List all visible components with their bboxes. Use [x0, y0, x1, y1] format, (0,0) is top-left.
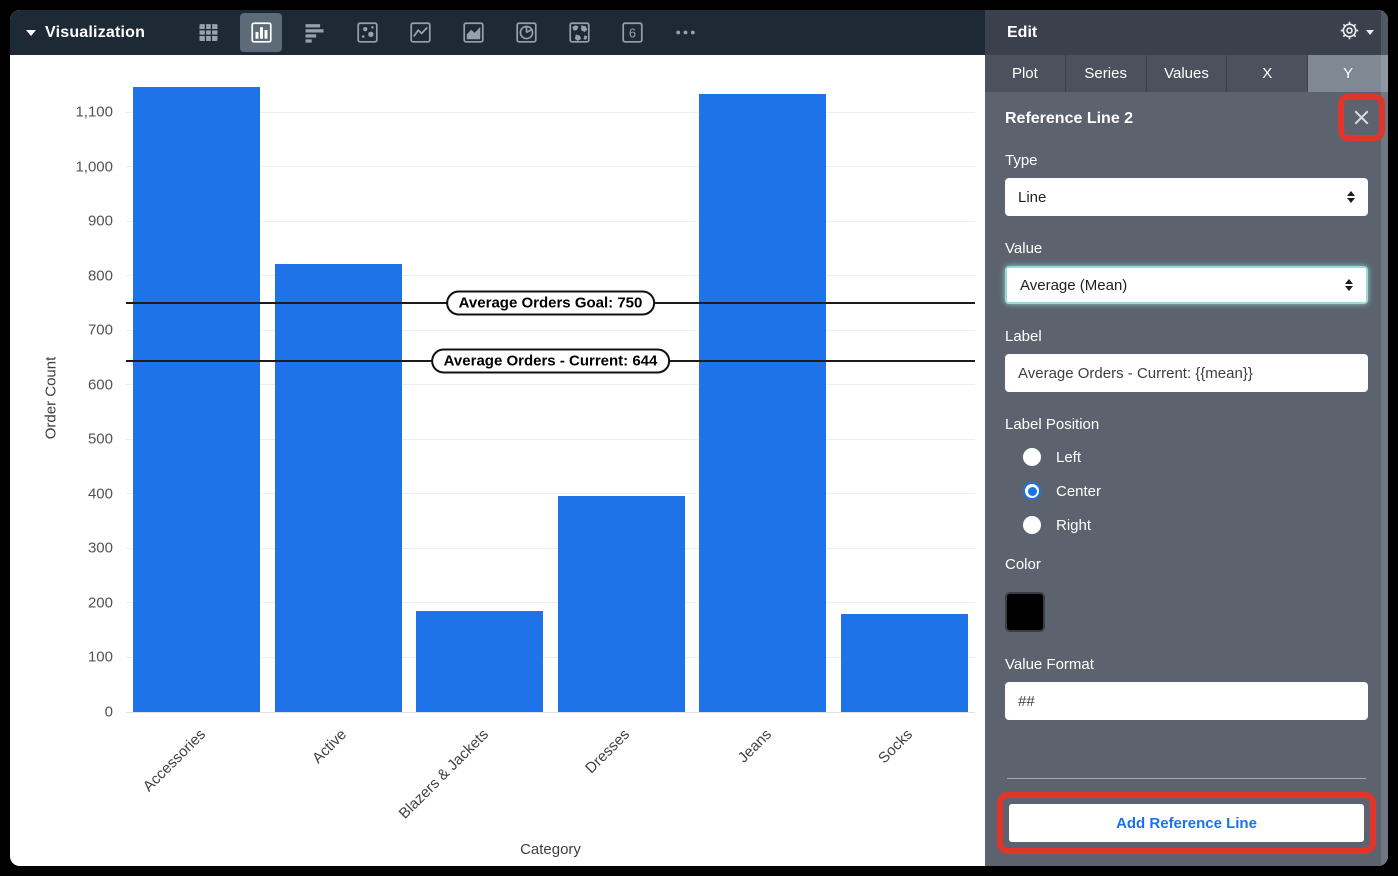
label-position-option-right[interactable]: Right — [1023, 516, 1368, 534]
x-axis-tick-label: Socks — [784, 726, 916, 858]
radio-icon[interactable] — [1023, 516, 1041, 534]
panel-title: Edit — [1007, 24, 1037, 42]
tab-series[interactable]: Series — [1066, 55, 1147, 92]
x-axis-tick-label: Blazers & Jackets — [360, 726, 492, 858]
edit-panel-header: Edit — [985, 10, 1388, 55]
value-select[interactable]: Average (Mean) — [1005, 266, 1368, 304]
y-axis-tick-label: 400 — [88, 485, 113, 502]
y-axis-tick-label: 1,100 — [75, 104, 113, 121]
section-title: Reference Line 2 — [1005, 110, 1368, 128]
app-window: Visualization 6 Order Count 010020030040… — [10, 10, 1388, 866]
tab-x[interactable]: X — [1227, 55, 1308, 92]
reference-line-settings: Reference Line 2 Type Line Value Average… — [985, 92, 1388, 866]
label-position-option-center[interactable]: Center — [1023, 482, 1368, 500]
value-format-label: Value Format — [1005, 656, 1368, 673]
y-axis-tick-label: 1,000 — [75, 158, 113, 175]
bar-chart-icon[interactable] — [240, 13, 282, 52]
x-axis-tick-label: Jeans — [643, 726, 775, 858]
value-format-input[interactable] — [1005, 682, 1368, 720]
visualization-menu[interactable]: Visualization — [26, 24, 145, 42]
horizontal-bar-icon[interactable] — [293, 13, 335, 52]
tab-values[interactable]: Values — [1147, 55, 1228, 92]
updown-arrows-icon — [1347, 191, 1355, 204]
tab-plot[interactable]: Plot — [985, 55, 1066, 92]
svg-text:6: 6 — [629, 25, 636, 40]
x-axis-tick-label: Accessories — [77, 726, 209, 858]
color-swatch[interactable] — [1005, 592, 1045, 632]
edit-panel: Edit PlotSeriesValuesXY — [985, 10, 1388, 866]
radio-label: Right — [1056, 517, 1091, 534]
panel-settings-menu[interactable] — [1338, 19, 1374, 47]
y-axis-tick-label: 300 — [88, 540, 113, 557]
value-label: Value — [1005, 240, 1368, 257]
reference-line-label: Average Orders Goal: 750 — [446, 291, 656, 316]
bar-active[interactable] — [275, 264, 402, 712]
visualization-toolbar: Visualization 6 — [10, 10, 985, 55]
type-select-value: Line — [1018, 189, 1046, 206]
panel-tab-bar: PlotSeriesValuesXY — [985, 55, 1388, 92]
radio-label: Center — [1056, 483, 1101, 500]
bar-dresses[interactable] — [558, 496, 685, 712]
y-axis-tick-label: 200 — [88, 594, 113, 611]
y-axis-tick-label: 900 — [88, 213, 113, 230]
y-axis-tick-label: 0 — [105, 704, 113, 721]
reference-line-label: Average Orders - Current: 644 — [431, 348, 671, 373]
more-options-icon[interactable] — [664, 13, 706, 52]
line-chart-icon[interactable] — [399, 13, 441, 52]
bar-accessories[interactable] — [133, 87, 260, 712]
table-icon[interactable] — [187, 13, 229, 52]
updown-arrows-icon — [1345, 279, 1353, 292]
color-label: Color — [1005, 556, 1368, 573]
annotation-highlight-add-button: Add Reference Line — [997, 792, 1376, 854]
x-axis-title: Category — [126, 841, 975, 858]
label-input[interactable] — [1005, 354, 1368, 392]
map-icon[interactable] — [558, 13, 600, 52]
chart-type-icon-row: 6 — [187, 13, 706, 52]
divider — [1007, 778, 1366, 779]
radio-selected-icon[interactable] — [1023, 482, 1041, 500]
bar-jeans[interactable] — [699, 94, 826, 712]
value-select-value: Average (Mean) — [1020, 277, 1127, 294]
radio-icon[interactable] — [1023, 448, 1041, 466]
y-axis-tick-label: 600 — [88, 376, 113, 393]
chart-canvas: Order Count 0100200300400500600700800900… — [10, 55, 985, 866]
visualization-pane: Visualization 6 Order Count 010020030040… — [10, 10, 985, 866]
visualization-title: Visualization — [45, 24, 145, 42]
x-axis-tick-label: Active — [218, 726, 350, 858]
bar-socks[interactable] — [841, 614, 968, 712]
gear-icon — [1338, 19, 1361, 47]
y-axis-tick-label: 100 — [88, 649, 113, 666]
y-axis-title: Order Count — [43, 357, 60, 440]
type-label: Type — [1005, 152, 1368, 169]
type-select[interactable]: Line — [1005, 178, 1368, 216]
y-axis-tick-label: 800 — [88, 267, 113, 284]
scatter-icon[interactable] — [346, 13, 388, 52]
x-axis-tick-label: Dresses — [501, 726, 633, 858]
caret-down-icon — [26, 30, 36, 36]
tab-y[interactable]: Y — [1308, 55, 1388, 92]
y-axis-tick-label: 700 — [88, 322, 113, 339]
add-reference-line-button[interactable]: Add Reference Line — [1009, 804, 1364, 842]
caret-down-icon — [1366, 30, 1374, 35]
label-label: Label — [1005, 328, 1368, 345]
pie-chart-icon[interactable] — [505, 13, 547, 52]
close-icon[interactable] — [1349, 105, 1374, 130]
single-value-icon[interactable]: 6 — [611, 13, 653, 52]
bar-blazers-jackets[interactable] — [416, 611, 543, 712]
label-position-label: Label Position — [1005, 416, 1368, 433]
radio-label: Left — [1056, 449, 1081, 466]
annotation-highlight-close — [1338, 94, 1385, 141]
label-position-radio-group: Left Center Right — [1005, 448, 1368, 534]
plot-area: 01002003004005006007008009001,0001,100Ac… — [126, 85, 975, 712]
label-position-option-left[interactable]: Left — [1023, 448, 1368, 466]
panel-scrollbar[interactable] — [1381, 10, 1388, 866]
y-axis-tick-label: 500 — [88, 431, 113, 448]
area-chart-icon[interactable] — [452, 13, 494, 52]
